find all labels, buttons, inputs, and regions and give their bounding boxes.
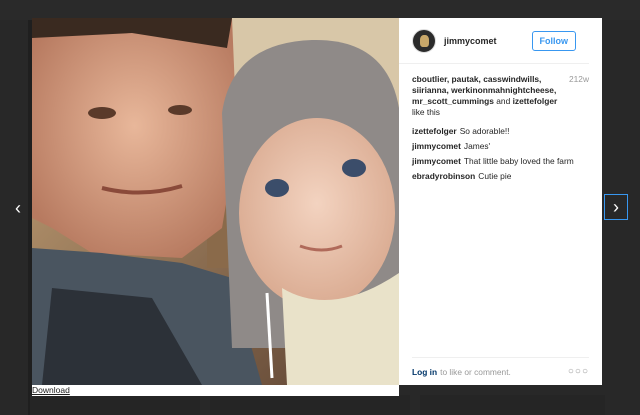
comment-user[interactable]: jimmycomet [412, 156, 461, 166]
download-link[interactable]: Download [32, 385, 399, 396]
likes-and: and [496, 96, 511, 106]
chevron-right-icon[interactable]: › [604, 194, 628, 220]
post-photo[interactable] [32, 18, 399, 385]
post-footer: Log in to like or comment. ○○○ [412, 357, 589, 385]
comment-user[interactable]: jimmycomet [412, 141, 461, 151]
follow-button[interactable]: Follow [531, 30, 576, 51]
comment-user[interactable]: ebradyrobinson [412, 171, 475, 181]
comment-list: izettefolger So adorable!! jimmycomet Jame… [412, 126, 589, 186]
comment: jimmycomet That little baby loved the far… [412, 156, 589, 167]
likes-summary: cboutlier, pautak, casswindwills, siiria… [412, 74, 589, 118]
post-header: jimmycomet Follow [399, 18, 589, 64]
chevron-left-icon[interactable]: ‹ [8, 196, 28, 220]
likes-suffix: like this [412, 107, 440, 117]
more-options-icon[interactable]: ○○○ [568, 366, 589, 377]
comment-text: Cutie pie [478, 171, 512, 181]
photo-image [32, 18, 399, 385]
post-modal: jimmycomet Follow cboutlier, pautak, cas… [32, 18, 602, 385]
comment-user[interactable]: izettefolger [412, 126, 457, 136]
comment: jimmycomet James' [412, 141, 589, 152]
comment: izettefolger So adorable!! [412, 126, 589, 137]
post-username[interactable]: jimmycomet [444, 36, 532, 46]
likes-last-user[interactable]: izettefolger [513, 96, 558, 106]
comment-text: That little baby loved the farm [463, 156, 574, 166]
comment-text: So adorable!! [459, 126, 510, 136]
comment-text: James' [463, 141, 491, 151]
post-age[interactable]: 212w [569, 74, 589, 85]
login-prompt: to like or comment. [440, 366, 511, 377]
post-sidebar: jimmycomet Follow cboutlier, pautak, cas… [399, 18, 602, 385]
login-link[interactable]: Log in [412, 367, 437, 377]
avatar-icon[interactable] [412, 28, 436, 53]
comment: ebradyrobinson Cutie pie [412, 171, 589, 182]
